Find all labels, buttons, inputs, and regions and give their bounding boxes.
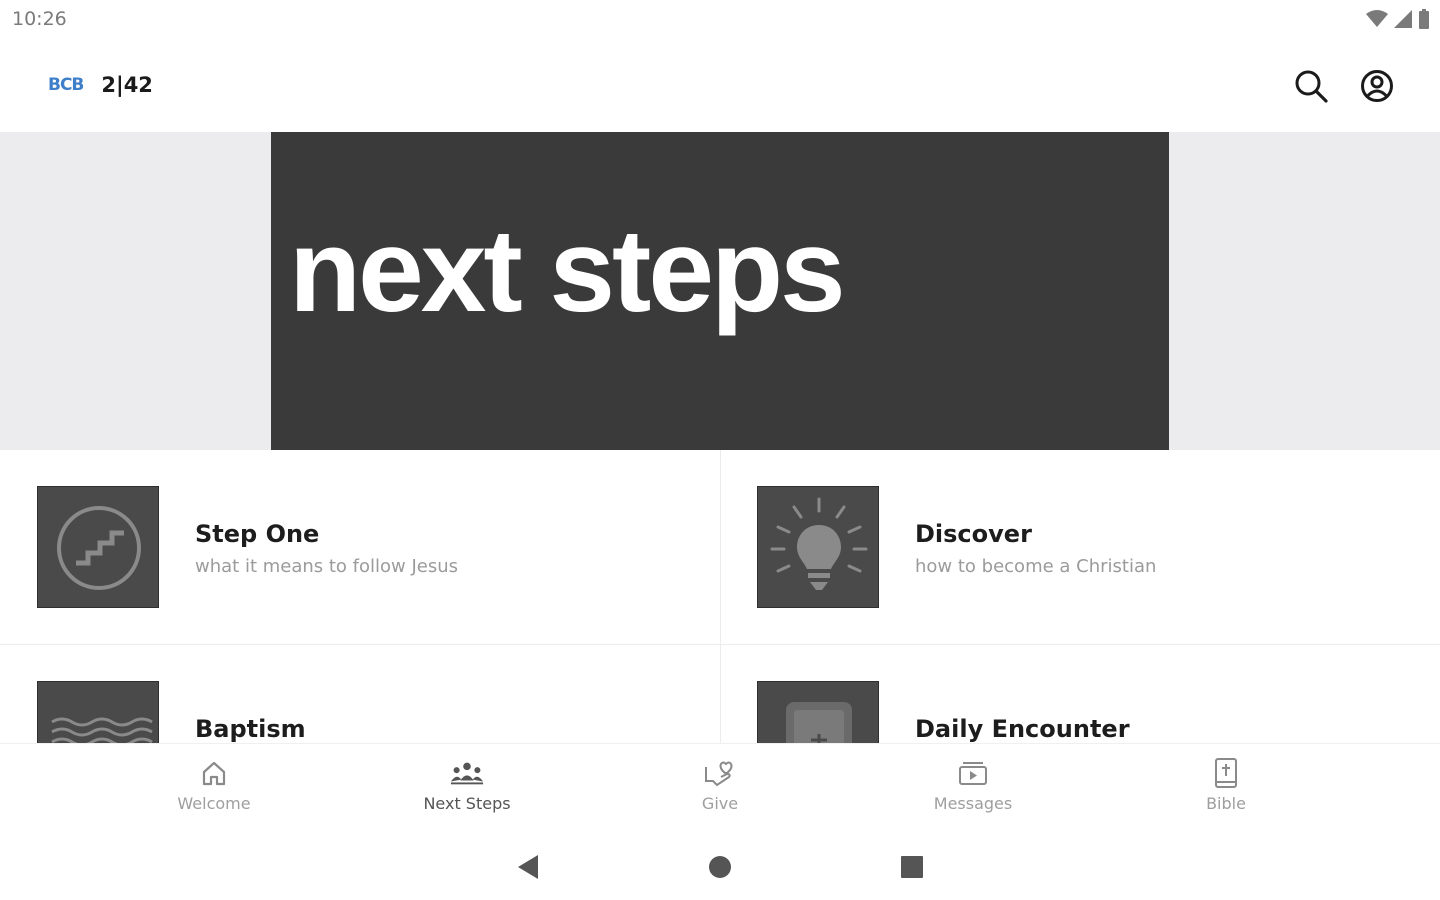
tile-baptism[interactable]: Baptism	[0, 645, 720, 743]
search-button[interactable]	[1287, 62, 1335, 110]
tile-title: Discover	[915, 520, 1032, 548]
home-icon	[202, 761, 226, 786]
tile-thumbnail	[37, 681, 159, 743]
recents-square-icon	[901, 856, 923, 878]
status-icons	[1366, 9, 1430, 29]
bible-icon	[1215, 758, 1237, 788]
signal-icon	[1394, 10, 1412, 28]
account-circle-icon	[1361, 70, 1393, 102]
bible-book-icon	[786, 702, 852, 743]
logo-text: 2|42	[101, 73, 153, 97]
system-recents-button[interactable]	[892, 847, 932, 887]
tile-step-one[interactable]: Step One what it means to follow Jesus	[0, 450, 720, 645]
nav-label: Give	[701, 794, 739, 813]
tile-discover[interactable]: Discover how to become a Christian	[720, 450, 1440, 645]
search-icon	[1295, 70, 1328, 103]
lightbulb-icon	[770, 497, 868, 590]
hero-card: next steps	[271, 132, 1169, 450]
church-logo[interactable]: BCB 2|42	[48, 73, 153, 97]
tile-subtitle: what it means to follow Jesus	[195, 556, 459, 577]
nav-item-messages[interactable]: Messages	[893, 756, 1053, 826]
tile-title: Step One	[195, 520, 320, 548]
hero-banner: next steps	[0, 132, 1440, 450]
tile-daily-encounter[interactable]: Daily Encounter	[720, 645, 1440, 743]
nav-label: Next Steps	[423, 794, 511, 813]
nav-item-give[interactable]: Give	[640, 756, 800, 826]
hero-title: next steps	[289, 205, 846, 337]
battery-icon	[1419, 9, 1429, 29]
nav-label: Bible	[1206, 794, 1246, 813]
nav-item-welcome[interactable]: Welcome	[134, 756, 294, 826]
back-triangle-icon	[518, 855, 538, 879]
app-bar: BCB 2|42	[0, 40, 1440, 132]
people-group-icon	[450, 762, 484, 785]
bottom-navigation: Welcome Next Steps Give Messages Bible	[0, 743, 1440, 833]
nav-label: Messages	[933, 794, 1013, 813]
tile-title: Baptism	[195, 715, 306, 743]
home-circle-icon	[709, 856, 731, 878]
nav-label: Welcome	[177, 794, 251, 813]
heart-hand-icon	[705, 761, 733, 787]
next-steps-grid: Step One what it means to follow Jesus D…	[0, 450, 1440, 743]
wifi-icon	[1366, 10, 1388, 27]
water-waves-icon	[51, 717, 153, 743]
tile-thumbnail	[37, 486, 159, 608]
logo-mark: BCB	[48, 75, 84, 95]
tile-thumbnail	[757, 681, 879, 743]
account-button[interactable]	[1353, 62, 1401, 110]
tile-thumbnail	[757, 486, 879, 608]
system-home-button[interactable]	[700, 847, 740, 887]
tile-subtitle: how to become a Christian	[915, 556, 1157, 577]
video-folder-icon	[959, 762, 987, 785]
status-bar: 10:26	[0, 0, 1440, 40]
nav-item-bible[interactable]: Bible	[1146, 756, 1306, 826]
system-navigation-bar	[0, 833, 1440, 900]
nav-item-next-steps[interactable]: Next Steps	[387, 756, 547, 826]
stairs-icon	[57, 506, 141, 590]
system-back-button[interactable]	[508, 847, 548, 887]
tile-title: Daily Encounter	[915, 715, 1130, 743]
status-time: 10:26	[12, 8, 67, 30]
